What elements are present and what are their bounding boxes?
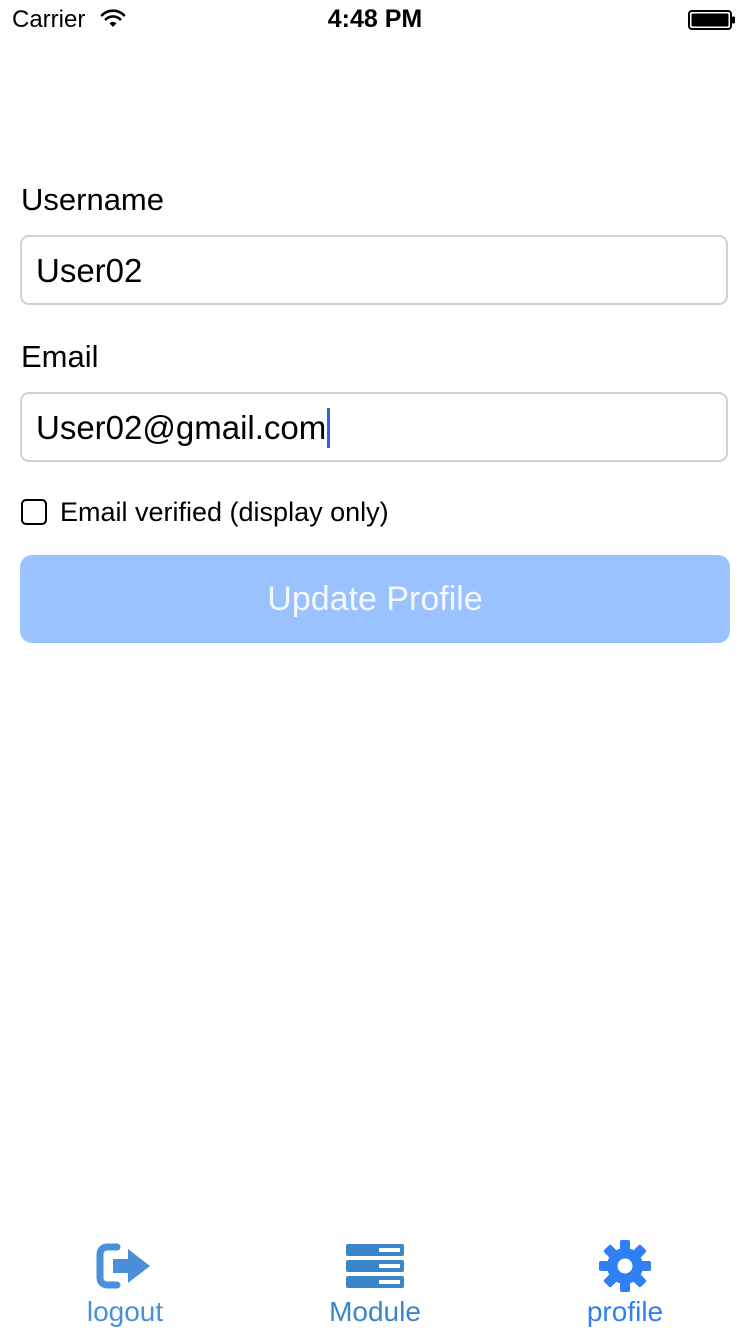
profile-screen: Carrier 4:48 PM Username User02 Email Us…: [0, 0, 750, 1334]
email-verified-label: Email verified (display only): [60, 497, 389, 527]
email-value: User02@gmail.com: [36, 409, 327, 446]
tab-logout-label: logout: [86, 1296, 164, 1327]
clock: 4:48 PM: [327, 5, 423, 33]
email-input[interactable]: User02@gmail.com: [20, 392, 728, 462]
tab-module-label: Module: [329, 1296, 421, 1327]
update-profile-button[interactable]: Update Profile: [20, 555, 730, 643]
email-verified-checkbox[interactable]: [21, 499, 47, 525]
gear-icon: [599, 1240, 651, 1292]
tab-profile[interactable]: profile: [500, 1230, 750, 1334]
username-value: User02: [36, 252, 143, 289]
text-caret: [327, 408, 331, 448]
username-label: Username: [21, 182, 164, 217]
username-input[interactable]: User02: [20, 235, 728, 305]
tab-profile-label: profile: [586, 1296, 664, 1327]
tab-bar: logout Module profile: [0, 1230, 750, 1334]
server-icon: [346, 1244, 404, 1288]
tab-module[interactable]: Module: [250, 1230, 500, 1334]
tab-logout[interactable]: logout: [0, 1230, 250, 1334]
battery-icon: [688, 10, 735, 30]
email-label: Email: [21, 339, 99, 374]
logout-icon: [96, 1243, 150, 1289]
email-value-wrap: User02@gmail.com: [36, 408, 331, 448]
status-bar: Carrier 4:48 PM: [0, 0, 750, 40]
